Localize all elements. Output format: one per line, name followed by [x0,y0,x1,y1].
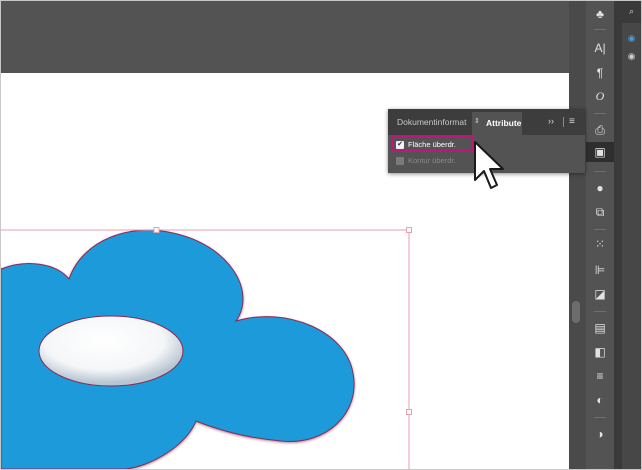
mouse-cursor-icon [474,141,504,189]
transparency-icon[interactable]: ◐ [586,393,614,407]
gradient-icon[interactable]: ◧ [586,345,614,359]
dock-divider [594,229,606,230]
image-trace-icon[interactable]: ▤ [586,321,614,335]
panel-divider [614,1,622,469]
tab-attributes[interactable]: ⇕ Attribute [472,112,522,135]
tab-attributes-label: Attribute [486,118,522,128]
anchor-point[interactable] [406,409,412,415]
stroke-icon[interactable]: ≡ [586,369,614,383]
tab-arrows-icon: ⇕ [474,118,480,125]
dock-divider [594,171,606,172]
search-icon[interactable]: ⌕ [622,6,641,17]
overprint-stroke-checkbox [396,156,404,165]
paragraph-icon[interactable]: ¶ [586,66,614,80]
panel-dock: ♣ A| ¶ O ⎙ ▣ ● ⧉ ⁙ ⊫ ◪ ▤ ◧ ≡ ◐ ◑ [586,1,614,469]
anchor-point[interactable] [153,227,160,233]
color-guide-icon[interactable]: ◑ [586,427,614,441]
eye-icon[interactable]: ◉ [622,33,641,44]
panel-menu-icon[interactable]: ≡ [569,116,575,127]
anchor-point[interactable] [406,227,412,233]
align-icon[interactable]: ⊫ [586,263,614,277]
panel-tab-bar: Dokumentinformat ⇕ Attribute ›› ≡ [388,109,585,135]
club-icon[interactable]: ♣ [586,7,614,21]
panel-header-divider [563,117,564,127]
transform-icon[interactable]: ⧉ [586,205,614,219]
dock-divider [594,29,606,30]
opentype-icon[interactable]: O [586,89,614,103]
character-icon[interactable]: A| [586,41,614,55]
overprint-stroke-label: Kontur überdr. [408,156,456,165]
highlight-box [392,136,473,152]
tab-document-info[interactable]: Dokumentinformat [397,117,466,127]
document-info-icon[interactable]: ⎙ [586,123,614,137]
overprint-stroke-option: Kontur überdr. [396,154,456,167]
grid-icon[interactable]: ⁙ [586,237,614,251]
dock-divider [594,113,606,114]
layers-panel [622,1,641,469]
dock-divider [594,311,606,312]
scroll-track[interactable] [569,1,586,469]
pathfinder-icon[interactable]: ◪ [586,287,614,301]
app-window: ♣ A| ¶ O ⎙ ▣ ● ⧉ ⁙ ⊫ ◪ ▤ ◧ ≡ ◐ ◑ ⌕ ◉ ◉ D… [0,0,642,470]
pasteboard [1,1,569,73]
dock-divider [594,417,606,418]
attributes-icon[interactable]: ▣ [586,142,614,162]
scrollbar-thumb[interactable] [572,301,580,323]
eye-icon[interactable]: ◉ [622,51,641,62]
collapse-icon[interactable]: ›› [548,116,554,126]
flower-hole [38,315,184,387]
appearance-icon[interactable]: ● [586,181,614,195]
